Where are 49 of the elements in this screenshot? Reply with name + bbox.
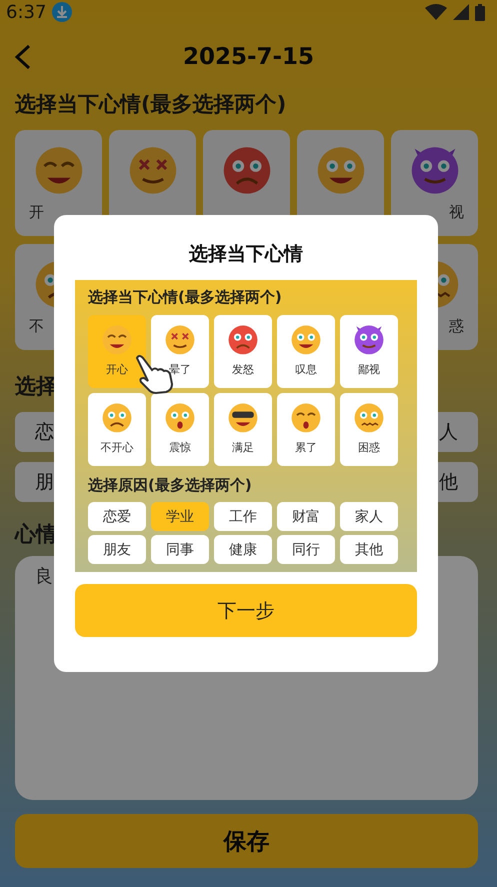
mood-label: 惑 <box>449 317 464 336</box>
mood-option[interactable]: 鄙视 <box>340 315 398 388</box>
reason-option[interactable]: 学业 <box>151 502 209 531</box>
reason-option[interactable]: 家人 <box>340 502 398 531</box>
status-time: 6:37 <box>6 2 46 22</box>
mood-option[interactable]: 累了 <box>277 393 335 466</box>
mood-label: 鄙视 <box>358 362 380 377</box>
reason-option[interactable]: 工作 <box>214 502 272 531</box>
reason-option[interactable]: 朋友 <box>88 535 146 564</box>
mood-label: 视 <box>449 203 464 222</box>
download-icon <box>52 2 72 22</box>
save-button[interactable]: 保存 <box>15 814 478 868</box>
mood-label: 震惊 <box>169 440 191 455</box>
panel-heading: 选择原因(最多选择两个) <box>88 476 253 495</box>
mood-label: 开心 <box>106 362 128 377</box>
mood-option[interactable]: 发怒 <box>214 315 272 388</box>
dialog-title: 选择当下心情 <box>188 242 304 267</box>
reason-option[interactable]: 其他 <box>340 535 398 564</box>
reason-option[interactable]: 财富 <box>277 502 335 531</box>
mood-option[interactable]: 困惑 <box>340 393 398 466</box>
mood-option[interactable]: 震惊 <box>151 393 209 466</box>
mood-label: 不 <box>29 317 44 336</box>
section-heading: 选择当下心情(最多选择两个) <box>15 91 286 118</box>
mood-option[interactable]: 晕了 <box>151 315 209 388</box>
mood-card[interactable]: 视 <box>391 130 478 236</box>
mood-label: 困惑 <box>358 440 380 455</box>
mood-label: 不开心 <box>100 440 134 455</box>
mood-option[interactable]: 不开心 <box>88 393 146 466</box>
page-title: 2025-7-15 <box>182 44 314 70</box>
reason-option[interactable]: 恋爱 <box>88 502 146 531</box>
mood-label: 晕了 <box>169 362 191 377</box>
panel-heading: 选择当下心情(最多选择两个) <box>88 288 283 307</box>
signal-icon <box>453 4 469 20</box>
mood-option[interactable]: 叹息 <box>277 315 335 388</box>
reason-option[interactable]: 同行 <box>277 535 335 564</box>
reason-option[interactable]: 同事 <box>151 535 209 564</box>
reason-option[interactable]: 健康 <box>214 535 272 564</box>
mood-label: 叹息 <box>295 362 317 377</box>
mood-label: 累了 <box>295 440 317 455</box>
mood-option[interactable]: 开心 <box>88 315 146 388</box>
mood-card[interactable]: 开 <box>15 130 102 236</box>
next-step-button[interactable]: 下一步 <box>75 584 417 637</box>
mood-label: 开 <box>29 203 44 222</box>
wifi-icon <box>425 4 447 20</box>
mood-label: 满足 <box>232 440 254 455</box>
mood-label: 发怒 <box>232 362 254 377</box>
back-icon[interactable] <box>14 44 32 70</box>
battery-icon <box>475 4 485 20</box>
mood-option[interactable]: 满足 <box>214 393 272 466</box>
